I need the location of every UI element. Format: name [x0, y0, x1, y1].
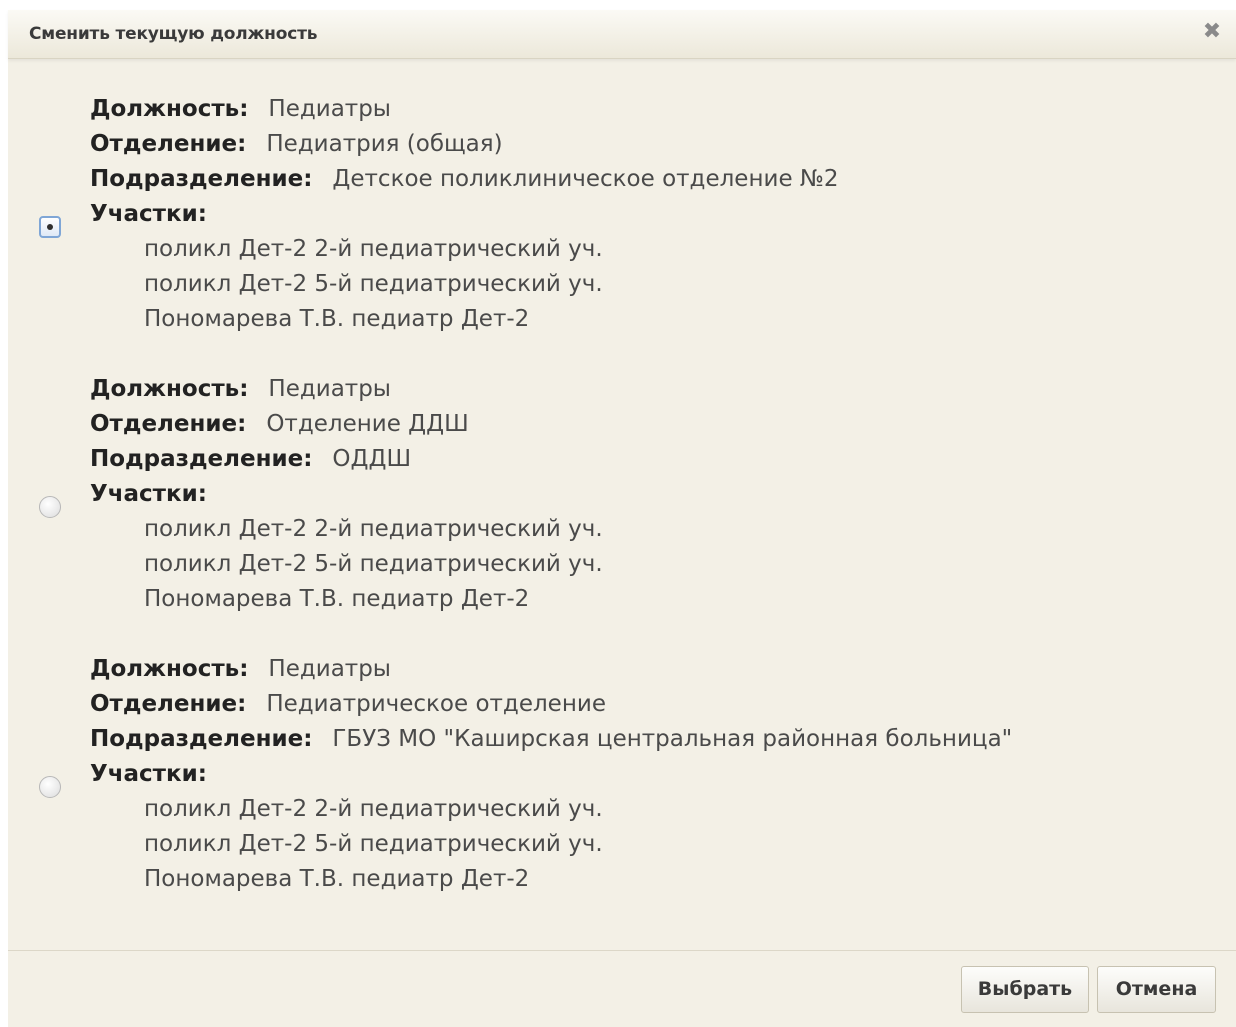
sites-row: Участки: [90, 199, 227, 229]
subdivision-value: ГБУЗ МО "Каширская центральная районная … [332, 726, 1013, 752]
position-value: Педиатры [268, 656, 391, 682]
position-label: Должность: [90, 656, 249, 682]
subdivision-row: Подразделение: Детское поликлиническое от… [90, 164, 838, 194]
sites-label: Участки: [90, 201, 207, 227]
department-row: Отделение: Педиатрия (общая) [90, 129, 503, 159]
sites-label: Участки: [90, 481, 207, 507]
sites-row: Участки: [90, 759, 227, 789]
radio-dot [47, 224, 53, 230]
site-item: поликл Дет-2 5-й педиатрический уч. [144, 271, 603, 297]
department-value: Педиатрическое отделение [266, 691, 606, 717]
position-row: Должность: Педиатры [90, 654, 391, 684]
position-radio[interactable] [39, 216, 61, 238]
subdivision-value: ОДДШ [332, 446, 412, 472]
site-item: поликл Дет-2 5-й педиатрический уч. [144, 551, 603, 577]
site-item: поликл Дет-2 2-й педиатрический уч. [144, 796, 603, 822]
change-position-dialog: Сменить текущую должность ✖ Должность: Пе… [8, 10, 1236, 1027]
subdivision-label: Подразделение: [90, 446, 313, 472]
dialog-body: Должность: Педиатры Отделение: Педиатрия (… [8, 58, 1236, 950]
dialog-titlebar: Сменить текущую должность ✖ [8, 10, 1236, 59]
department-label: Отделение: [90, 691, 247, 717]
position-label: Должность: [90, 96, 249, 122]
subdivision-row: Подразделение: ГБУЗ МО "Каширская централ… [90, 724, 1012, 754]
position-option: Должность: Педиатры Отделение: Педиатричес… [8, 654, 1236, 914]
position-radio[interactable] [39, 496, 61, 518]
position-value: Педиатры [268, 376, 391, 402]
position-radio[interactable] [39, 776, 61, 798]
department-row: Отделение: Педиатрическое отделение [90, 689, 606, 719]
cancel-button[interactable]: Отмена [1097, 966, 1216, 1013]
dialog-title: Сменить текущую должность [29, 24, 318, 44]
subdivision-value: Детское поликлиническое отделение №2 [332, 166, 839, 192]
subdivision-label: Подразделение: [90, 166, 313, 192]
position-option: Должность: Педиатры Отделение: Педиатрия (… [8, 94, 1236, 354]
subdivision-label: Подразделение: [90, 726, 313, 752]
sites-label: Участки: [90, 761, 207, 787]
department-label: Отделение: [90, 131, 247, 157]
site-item: поликл Дет-2 5-й педиатрический уч. [144, 831, 603, 857]
site-item: Пономарева Т.В. педиатр Дет-2 [144, 306, 530, 332]
site-item: Пономарева Т.В. педиатр Дет-2 [144, 586, 530, 612]
site-item: поликл Дет-2 2-й педиатрический уч. [144, 516, 603, 542]
dialog-footer: Выбрать Отмена [8, 950, 1236, 1027]
position-label: Должность: [90, 376, 249, 402]
subdivision-row: Подразделение: ОДДШ [90, 444, 411, 474]
site-item: Пономарева Т.В. педиатр Дет-2 [144, 866, 530, 892]
position-value: Педиатры [268, 96, 391, 122]
department-label: Отделение: [90, 411, 247, 437]
department-value: Педиатрия (общая) [266, 131, 503, 157]
position-row: Должность: Педиатры [90, 94, 391, 124]
department-value: Отделение ДДШ [266, 411, 469, 437]
sites-row: Участки: [90, 479, 227, 509]
close-icon[interactable]: ✖ [1200, 20, 1224, 44]
department-row: Отделение: Отделение ДДШ [90, 409, 469, 439]
position-option: Должность: Педиатры Отделение: Отделение Д… [8, 374, 1236, 634]
select-button[interactable]: Выбрать [961, 966, 1089, 1013]
position-row: Должность: Педиатры [90, 374, 391, 404]
site-item: поликл Дет-2 2-й педиатрический уч. [144, 236, 603, 262]
